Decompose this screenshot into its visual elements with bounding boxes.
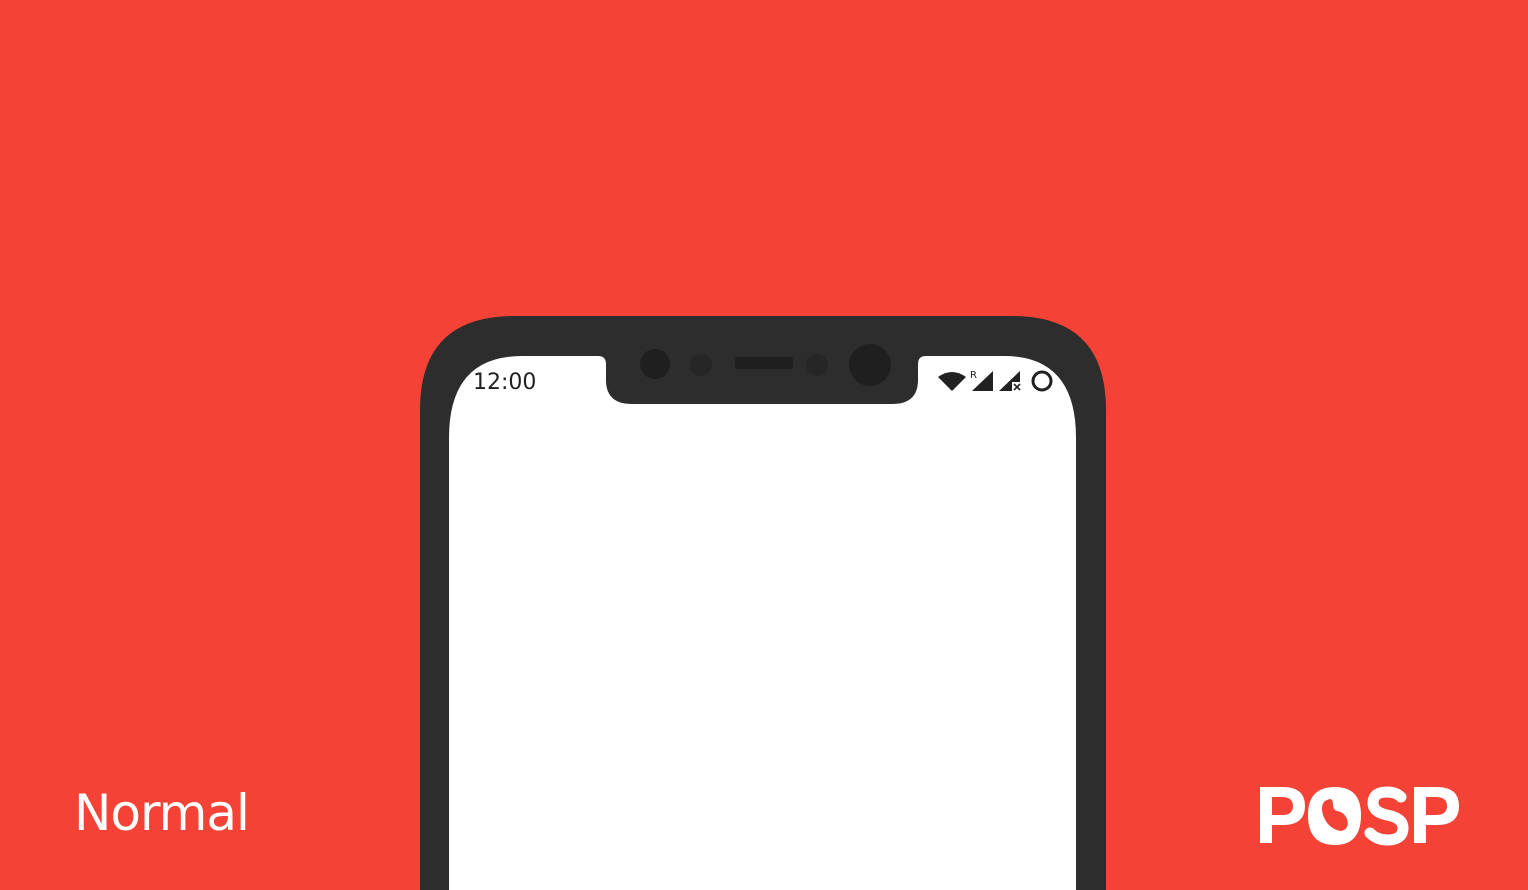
phone-illustration: 12:00 R [420, 316, 1106, 890]
ambient-sensor [806, 354, 828, 376]
earpiece-speaker [735, 357, 793, 369]
roaming-indicator: R [970, 370, 977, 381]
mode-caption: Normal [74, 784, 250, 842]
logo-letter-p [1260, 787, 1305, 843]
logo-letter-s [1364, 786, 1409, 846]
logo-letter-p2 [1414, 787, 1459, 843]
status-bar-clock: 12:00 [473, 370, 536, 395]
posp-logo [1260, 786, 1459, 846]
logo-letter-o [1308, 787, 1361, 845]
front-camera-right [849, 344, 891, 386]
phone-screen [449, 356, 1076, 890]
proximity-sensor [690, 354, 712, 376]
front-camera-left [640, 349, 670, 379]
